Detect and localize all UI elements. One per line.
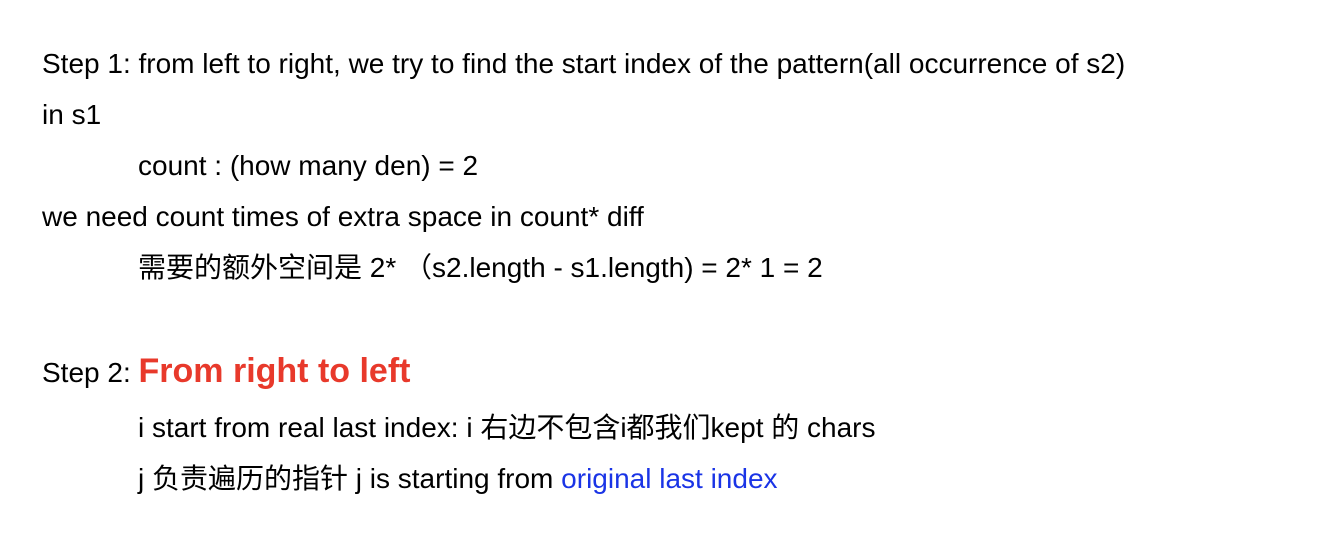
- count-line: count : (how many den) = 2: [138, 150, 479, 181]
- document-body: Step 1: from left to right, we try to fi…: [0, 0, 1336, 540]
- extra-space-line: we need count times of extra space in co…: [42, 201, 644, 232]
- step2-heading: From right to left: [138, 352, 411, 390]
- i-pointer-line: i start from real last index: i 右边不包含i都我…: [138, 412, 876, 443]
- step1-description: Step 1: from left to right, we try to fi…: [42, 48, 1126, 79]
- step1-description-continued: in s1: [42, 99, 102, 130]
- j-pointer-line: j 负责遍历的指针 j is starting from original la…: [138, 462, 778, 496]
- step2-title: Step 2: From right to left: [42, 354, 410, 390]
- j-pointer-text: j 负责遍历的指针 j is starting from: [138, 463, 562, 494]
- original-last-index-highlight: original last index: [561, 463, 778, 494]
- step2-prefix: Step 2:: [42, 357, 139, 388]
- extra-space-formula: 需要的额外空间是 2* （s2.length - s1.length) = 2*…: [138, 252, 823, 283]
